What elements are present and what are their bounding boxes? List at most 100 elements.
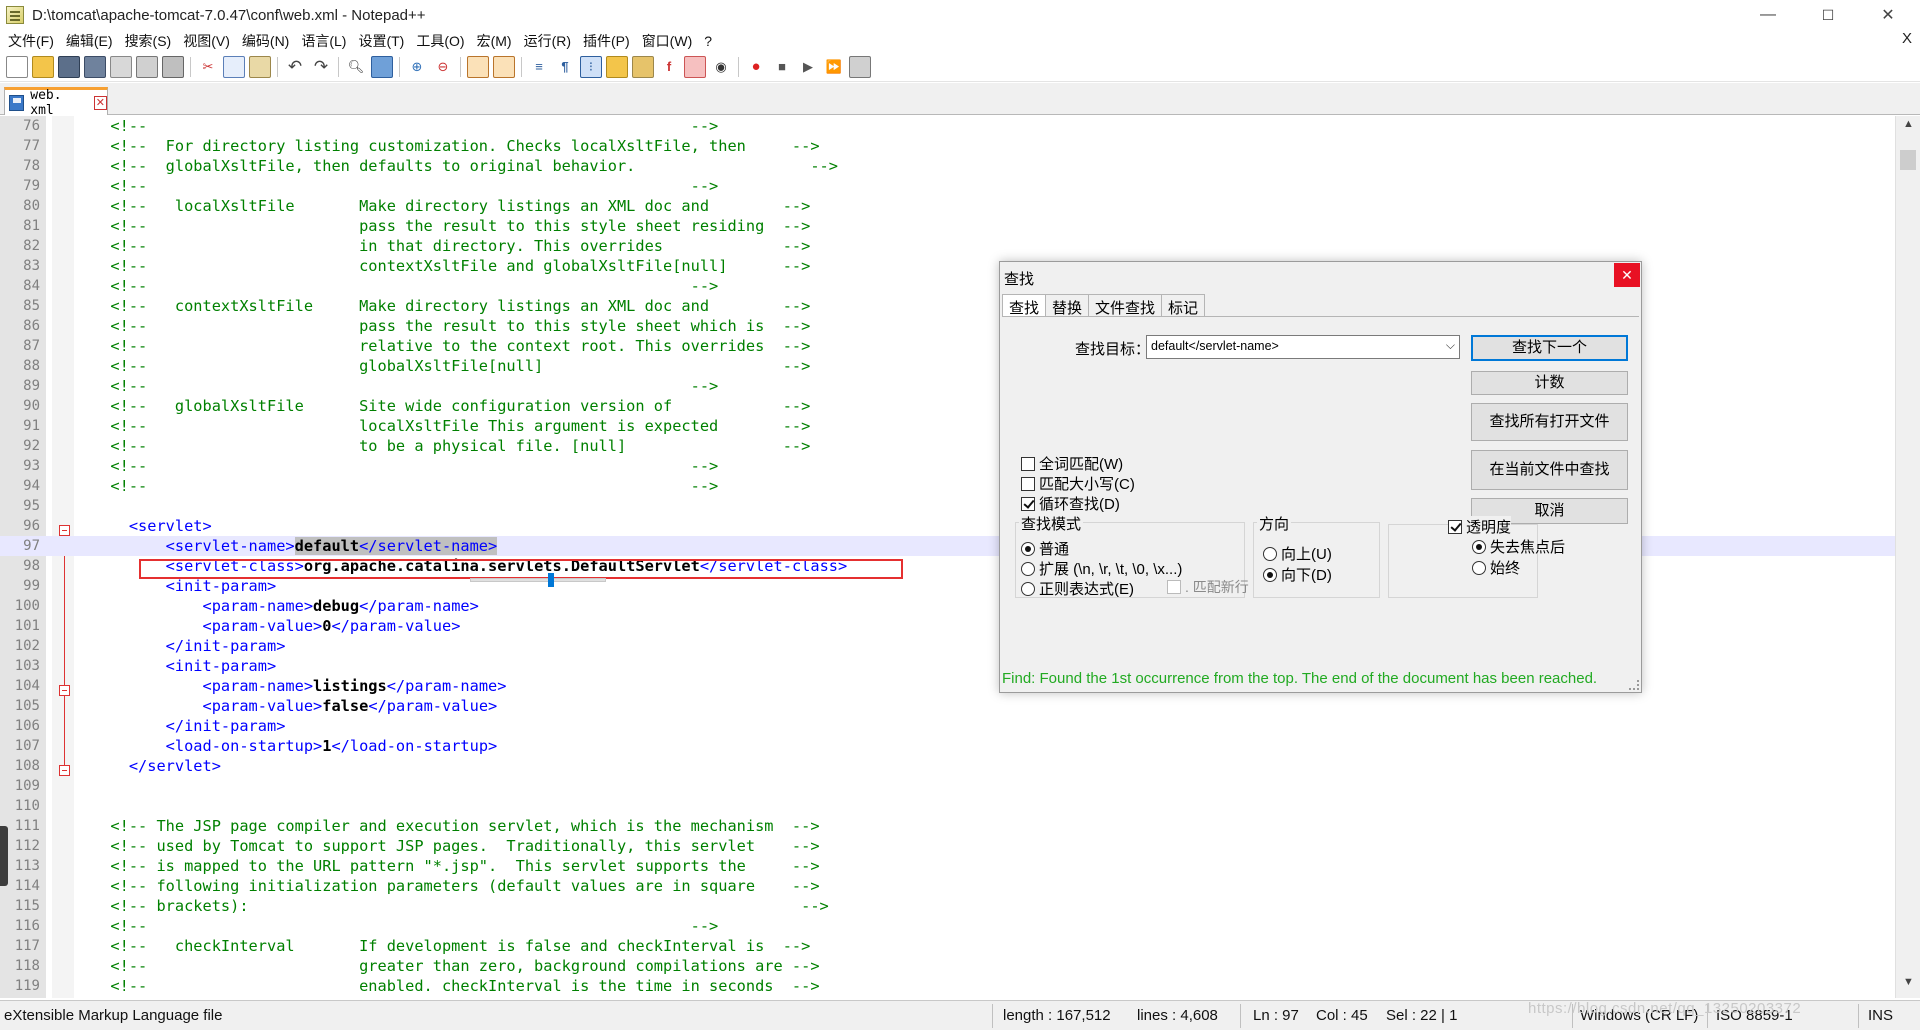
status-ins-mode[interactable]: INS (1868, 1007, 1893, 1024)
monitoring-icon[interactable]: ◉ (710, 56, 732, 78)
tab-close-icon[interactable]: ✕ (93, 95, 107, 110)
menu-language[interactable]: 语言(L) (295, 31, 352, 51)
find-all-in-open-docs-button[interactable]: 查找所有打开文件 (1471, 403, 1628, 441)
maximize-button[interactable]: ☐ (1804, 0, 1852, 30)
run-macro-multiple-icon[interactable]: ⏩ (823, 56, 845, 78)
code-line[interactable]: 76 <!-- --> (0, 116, 1895, 136)
menu-macro[interactable]: 宏(M) (471, 31, 518, 51)
code-line[interactable]: 114 <!-- following initialization parame… (0, 876, 1895, 896)
paste-icon[interactable] (249, 55, 271, 78)
menu-view[interactable]: 视图(V) (177, 31, 236, 51)
zoom-out-icon[interactable]: ⊖ (432, 56, 454, 78)
tab-mark[interactable]: 标记 (1161, 294, 1206, 317)
playback-macro-icon[interactable]: ▶ (797, 56, 819, 78)
code-line[interactable]: 110 (0, 796, 1895, 816)
menu-window[interactable]: 窗口(W) (636, 31, 699, 51)
find-all-in-current-doc-button[interactable]: 在当前文件中查找 (1471, 450, 1628, 490)
open-file-icon[interactable] (32, 55, 54, 78)
code-line[interactable]: 115 <!-- brackets): --> (0, 896, 1895, 916)
dot-matches-newline-checkbox[interactable]: . 匹配新行 (1167, 577, 1249, 597)
word-wrap-icon[interactable]: ≡ (528, 56, 550, 78)
code-line[interactable]: 112 <!-- used by Tomcat to support JSP p… (0, 836, 1895, 856)
match-case-checkbox[interactable]: 匹配大小写(C) (1021, 473, 1135, 494)
code-line[interactable]: 81 <!-- pass the result to this style sh… (0, 216, 1895, 236)
menu-edit[interactable]: 编辑(E) (60, 31, 119, 51)
transparency-on-lose-focus-radio[interactable]: 失去焦点后 (1472, 536, 1565, 557)
find-what-input[interactable]: default</servlet-name> ⌵ (1146, 335, 1460, 359)
folder-as-workspace-icon[interactable] (684, 55, 706, 78)
code-line[interactable]: 117 <!-- checkInterval If development is… (0, 936, 1895, 956)
tab-find[interactable]: 查找 (1002, 294, 1047, 318)
show-all-chars-icon[interactable]: ¶ (554, 56, 576, 78)
record-macro-icon[interactable]: ● (745, 56, 767, 78)
code-line[interactable]: 79 <!-- --> (0, 176, 1895, 196)
user-defined-language-icon[interactable] (606, 55, 628, 78)
scroll-down-arrow[interactable]: ▼ (1896, 976, 1920, 996)
copy-icon[interactable] (223, 55, 245, 78)
code-line[interactable]: 109 (0, 776, 1895, 796)
find-next-button[interactable]: 查找下一个 (1471, 335, 1628, 361)
save-icon[interactable] (58, 55, 80, 78)
wrap-around-checkbox[interactable]: 循环查找(D) (1021, 493, 1120, 514)
side-panel-handle[interactable] (0, 826, 8, 886)
code-line[interactable]: 77 <!-- For directory listing customizat… (0, 136, 1895, 156)
find-icon[interactable]: 🔍︎ (345, 56, 367, 78)
menu-tools[interactable]: 工具(O) (410, 31, 470, 51)
menu-encoding[interactable]: 编码(N) (236, 31, 295, 51)
document-map-icon[interactable] (632, 55, 654, 78)
resize-grip-icon[interactable] (1629, 680, 1639, 690)
code-line[interactable]: 111 <!-- The JSP page compiler and execu… (0, 816, 1895, 836)
code-line[interactable]: 108 </servlet> (0, 756, 1895, 776)
match-whole-word-checkbox[interactable]: 全词匹配(W) (1021, 453, 1123, 474)
code-line[interactable]: 116 <!-- --> (0, 916, 1895, 936)
new-file-icon[interactable] (6, 55, 28, 78)
code-line[interactable]: 105 <param-value>false</param-value> (0, 696, 1895, 716)
editor-vertical-scrollbar[interactable]: ▲ ▼ (1895, 116, 1920, 998)
search-mode-extended-radio[interactable]: 扩展 (\n, \r, \t, \0, \x...) (1021, 558, 1182, 579)
code-line[interactable]: 80 <!-- localXsltFile Make directory lis… (0, 196, 1895, 216)
tab-replace[interactable]: 替换 (1045, 294, 1090, 317)
menu-file[interactable]: 文件(F) (2, 31, 60, 51)
close-file-icon[interactable] (110, 55, 132, 78)
menu-search[interactable]: 搜索(S) (119, 31, 178, 51)
tab-find-in-files[interactable]: 文件查找 (1088, 294, 1163, 317)
scroll-thumb[interactable] (1900, 150, 1916, 170)
scroll-up-arrow[interactable]: ▲ (1896, 118, 1920, 138)
code-line[interactable]: 118 <!-- greater than zero, background c… (0, 956, 1895, 976)
zoom-in-icon[interactable]: ⊕ (406, 56, 428, 78)
menu-help[interactable]: ? (698, 33, 718, 49)
direction-up-radio[interactable]: 向上(U) (1263, 543, 1332, 564)
transparency-slider-thumb[interactable] (547, 573, 554, 587)
menu-settings[interactable]: 设置(T) (352, 31, 410, 51)
code-line[interactable]: 113 <!-- is mapped to the URL pattern "*… (0, 856, 1895, 876)
replace-icon[interactable] (371, 55, 393, 78)
count-button[interactable]: 计数 (1471, 371, 1628, 395)
sync-vertical-icon[interactable] (467, 55, 489, 78)
minimize-button[interactable]: — (1744, 0, 1792, 30)
close-window-button[interactable]: ✕ (1864, 0, 1912, 30)
menu-plugins[interactable]: 插件(P) (577, 31, 636, 51)
function-list-icon[interactable]: f (658, 56, 680, 78)
code-line[interactable]: 119 <!-- enabled. checkInterval is the t… (0, 976, 1895, 996)
transparency-always-radio[interactable]: 始终 (1472, 557, 1520, 578)
close-all-icon[interactable] (136, 55, 158, 78)
close-document-x[interactable]: X (1902, 30, 1912, 47)
code-line[interactable]: 106 </init-param> (0, 716, 1895, 736)
indent-guide-icon[interactable]: ⁝ (580, 55, 602, 78)
print-icon[interactable] (162, 55, 184, 78)
code-line[interactable]: 107 <load-on-startup>1</load-on-startup> (0, 736, 1895, 756)
code-line[interactable]: 78 <!-- globalXsltFile, then defaults to… (0, 156, 1895, 176)
stop-recording-icon[interactable]: ■ (771, 56, 793, 78)
find-dialog-close-button[interactable]: ✕ (1614, 263, 1640, 287)
sync-horizontal-icon[interactable] (493, 55, 515, 78)
direction-down-radio[interactable]: 向下(D) (1263, 564, 1332, 585)
search-mode-regex-radio[interactable]: 正则表达式(E) (1021, 578, 1134, 599)
transparency-slider[interactable] (470, 573, 606, 587)
menu-run[interactable]: 运行(R) (518, 31, 577, 51)
save-macro-icon[interactable] (849, 55, 871, 78)
tab-web-xml[interactable]: web. xml ✕ (4, 87, 108, 118)
chevron-down-icon[interactable]: ⌵ (1446, 338, 1455, 353)
cut-icon[interactable]: ✂ (197, 56, 219, 78)
redo-icon[interactable]: ↷ (310, 56, 332, 78)
save-all-icon[interactable] (84, 55, 106, 78)
